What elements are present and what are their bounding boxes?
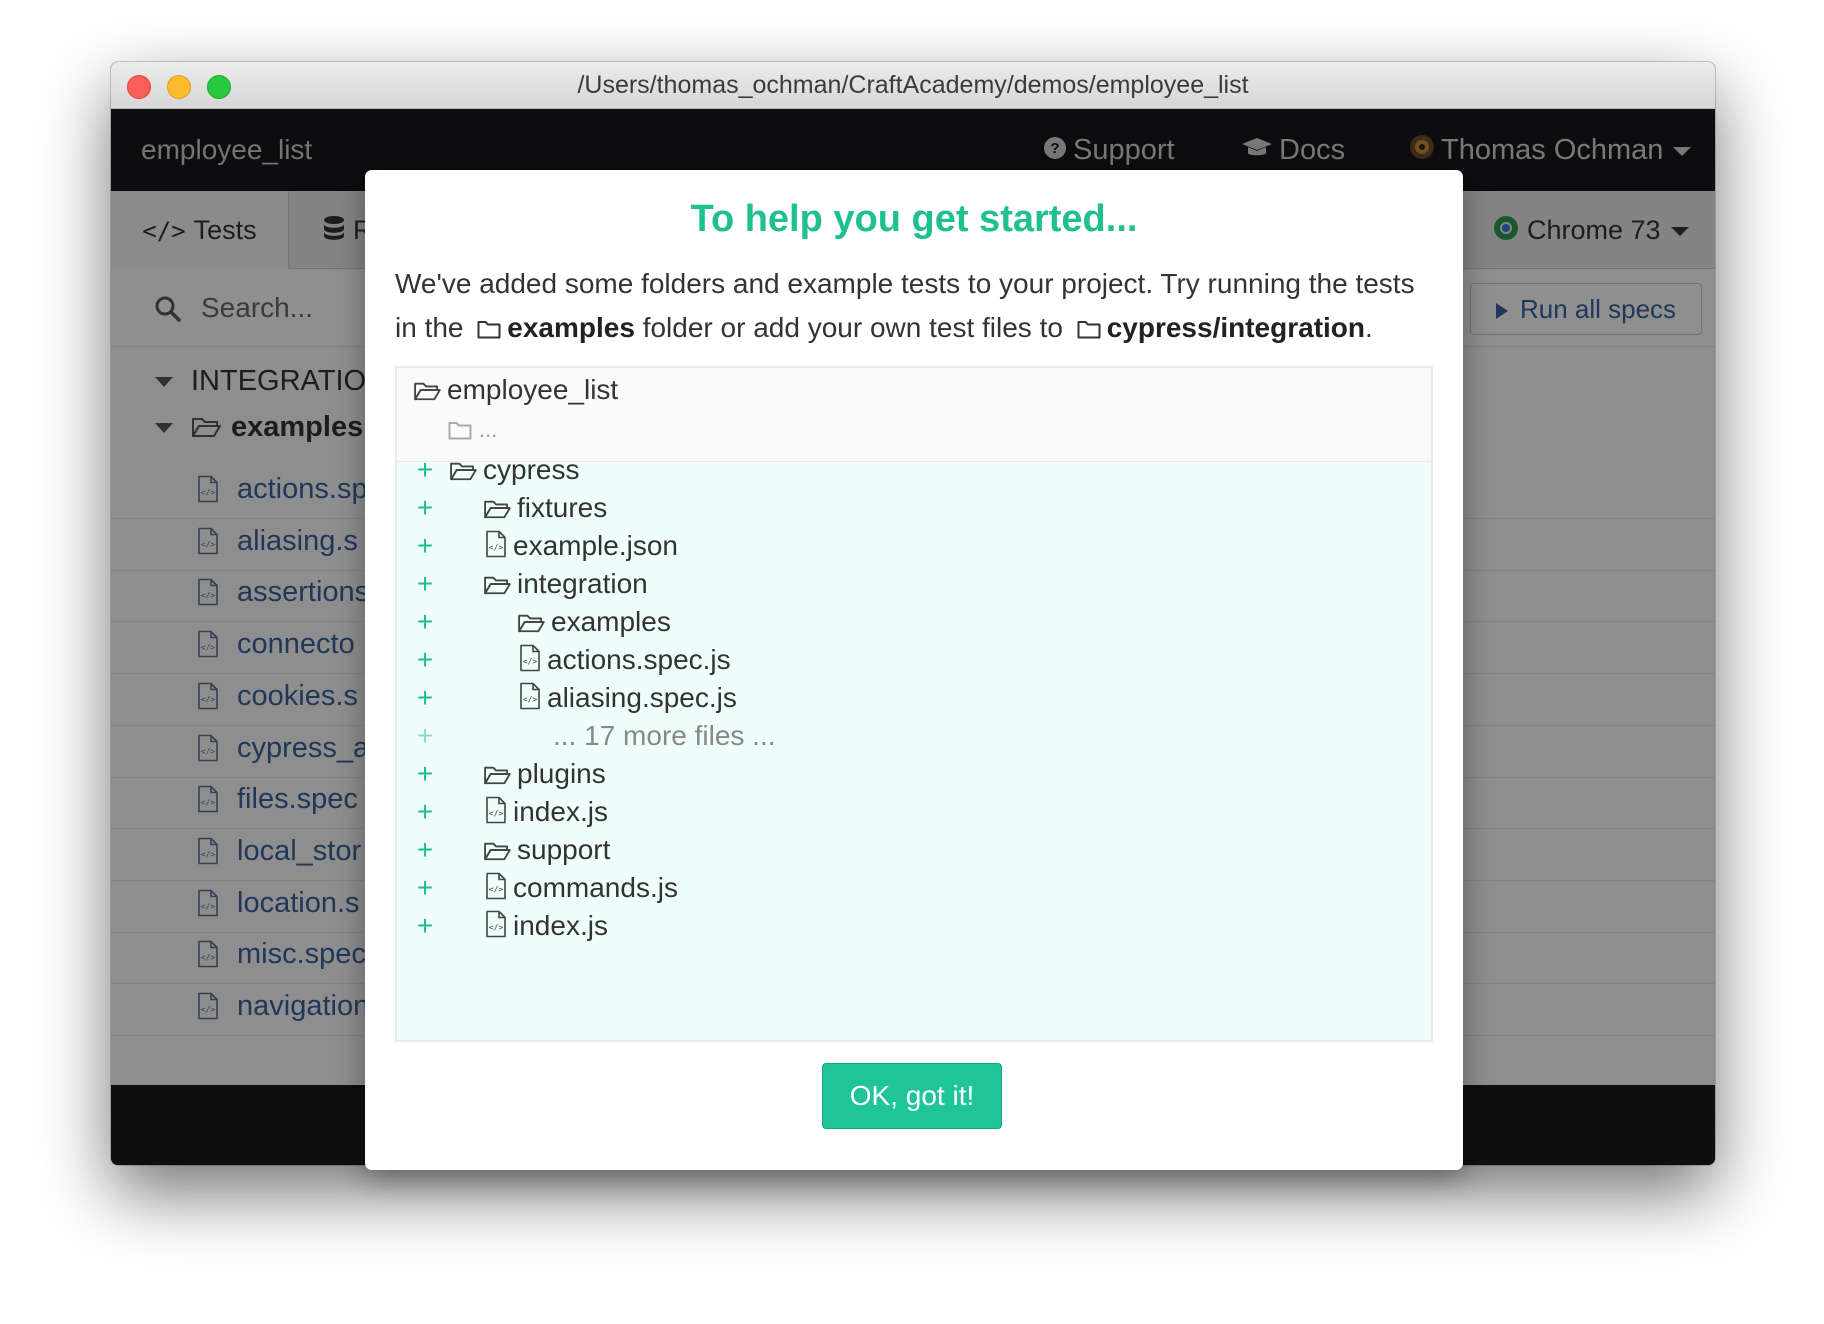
tree-node-label: plugins (517, 758, 606, 789)
tree-node-label: index.js (513, 910, 608, 941)
tree-ellipsis-row: ... (397, 406, 1431, 450)
tree-node-label: fixtures (517, 492, 608, 523)
tree-node-label: actions.spec.js (547, 644, 731, 675)
tree-node: ... (447, 406, 497, 453)
tree-node-label: example.json (513, 530, 678, 561)
svg-text:</>: </> (523, 657, 538, 666)
added-plus-icon: + (416, 910, 434, 941)
ellipsis-label: ... (479, 417, 498, 442)
desc-part2: folder or add your own test files to (642, 312, 1063, 343)
modal-title: To help you get started... (690, 198, 1138, 240)
tree-node-label: cypress (483, 454, 580, 485)
tree-node-label: aliasing.spec.js (547, 682, 737, 713)
folder-icon (477, 308, 501, 352)
tree-row: + </> index.js (397, 904, 1431, 948)
svg-text:</>: </> (489, 885, 504, 894)
file-code-icon: </> (485, 907, 507, 951)
desc-examples-folder: examples (507, 312, 635, 343)
svg-text:</>: </> (489, 923, 504, 932)
root-folder-label: employee_list (447, 374, 619, 405)
ok-got-it-button[interactable]: OK, got it! (822, 1063, 1002, 1129)
more-files-label: ... 17 more files ... (553, 720, 776, 751)
tree-node-label: support (517, 834, 611, 865)
tree-node-label: examples (551, 606, 671, 637)
getting-started-modal: To help you get started... We've added s… (365, 170, 1463, 1170)
modal-description: We've added some folders and example tes… (395, 262, 1433, 352)
folder-tree: employee_list ... + cypress + fixtures + </> e… (395, 366, 1433, 1042)
tree-node: </> index.js (485, 904, 608, 951)
svg-text:</>: </> (489, 809, 504, 818)
window-titlebar: /Users/thomas_ochman/CraftAcademy/demos/… (111, 62, 1715, 109)
window-title: /Users/thomas_ochman/CraftAcademy/demos/… (577, 71, 1249, 99)
svg-text:</>: </> (489, 543, 504, 552)
tree-node-label: integration (517, 568, 648, 599)
folder-icon (1077, 308, 1101, 352)
folder-icon (447, 409, 473, 453)
tree-node-label: commands.js (513, 872, 678, 903)
desc-end: . (1365, 312, 1373, 343)
tree-node-label: index.js (513, 796, 608, 827)
desc-integration-folder: cypress/integration (1106, 312, 1366, 343)
svg-text:</>: </> (523, 695, 538, 704)
